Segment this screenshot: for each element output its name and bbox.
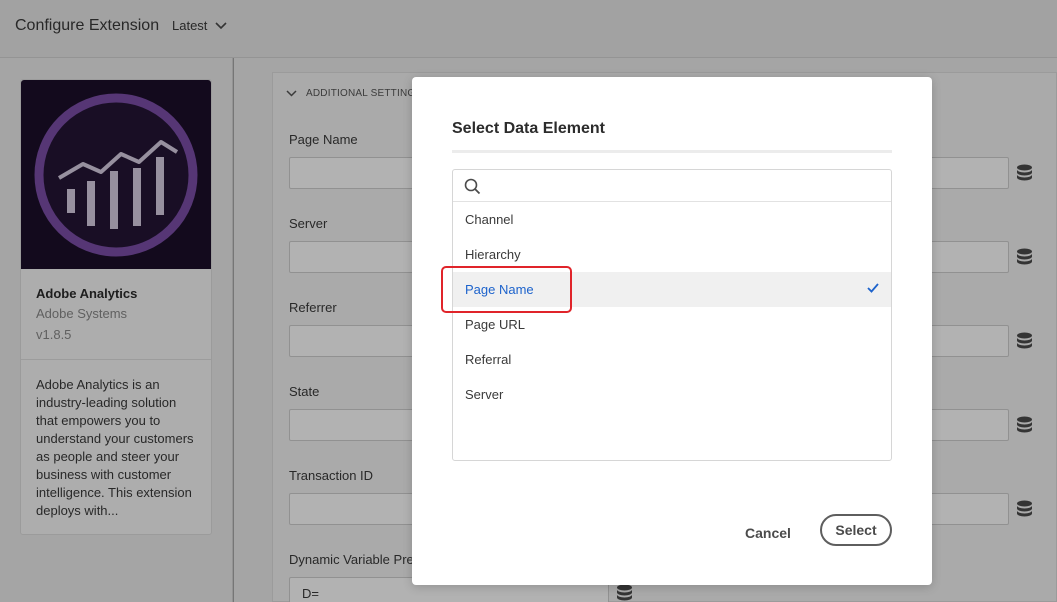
search-field[interactable] (453, 170, 891, 202)
search-input[interactable] (489, 175, 884, 197)
list-item-channel[interactable]: Channel (453, 202, 891, 237)
select-button[interactable]: Select (820, 514, 892, 546)
checkmark-icon (867, 283, 879, 293)
list-item-server[interactable]: Server (453, 377, 891, 412)
list-item-referral[interactable]: Referral (453, 342, 891, 377)
divider (452, 150, 892, 153)
search-icon (464, 178, 481, 195)
dialog-title: Select Data Element (452, 120, 605, 137)
highlight-annotation (441, 266, 572, 313)
data-element-list: Channel Hierarchy Page Name Page URL Ref… (452, 169, 892, 461)
cancel-button[interactable]: Cancel (734, 517, 802, 549)
select-data-element-dialog: Select Data Element Channel Hierarchy Pa… (412, 77, 932, 585)
